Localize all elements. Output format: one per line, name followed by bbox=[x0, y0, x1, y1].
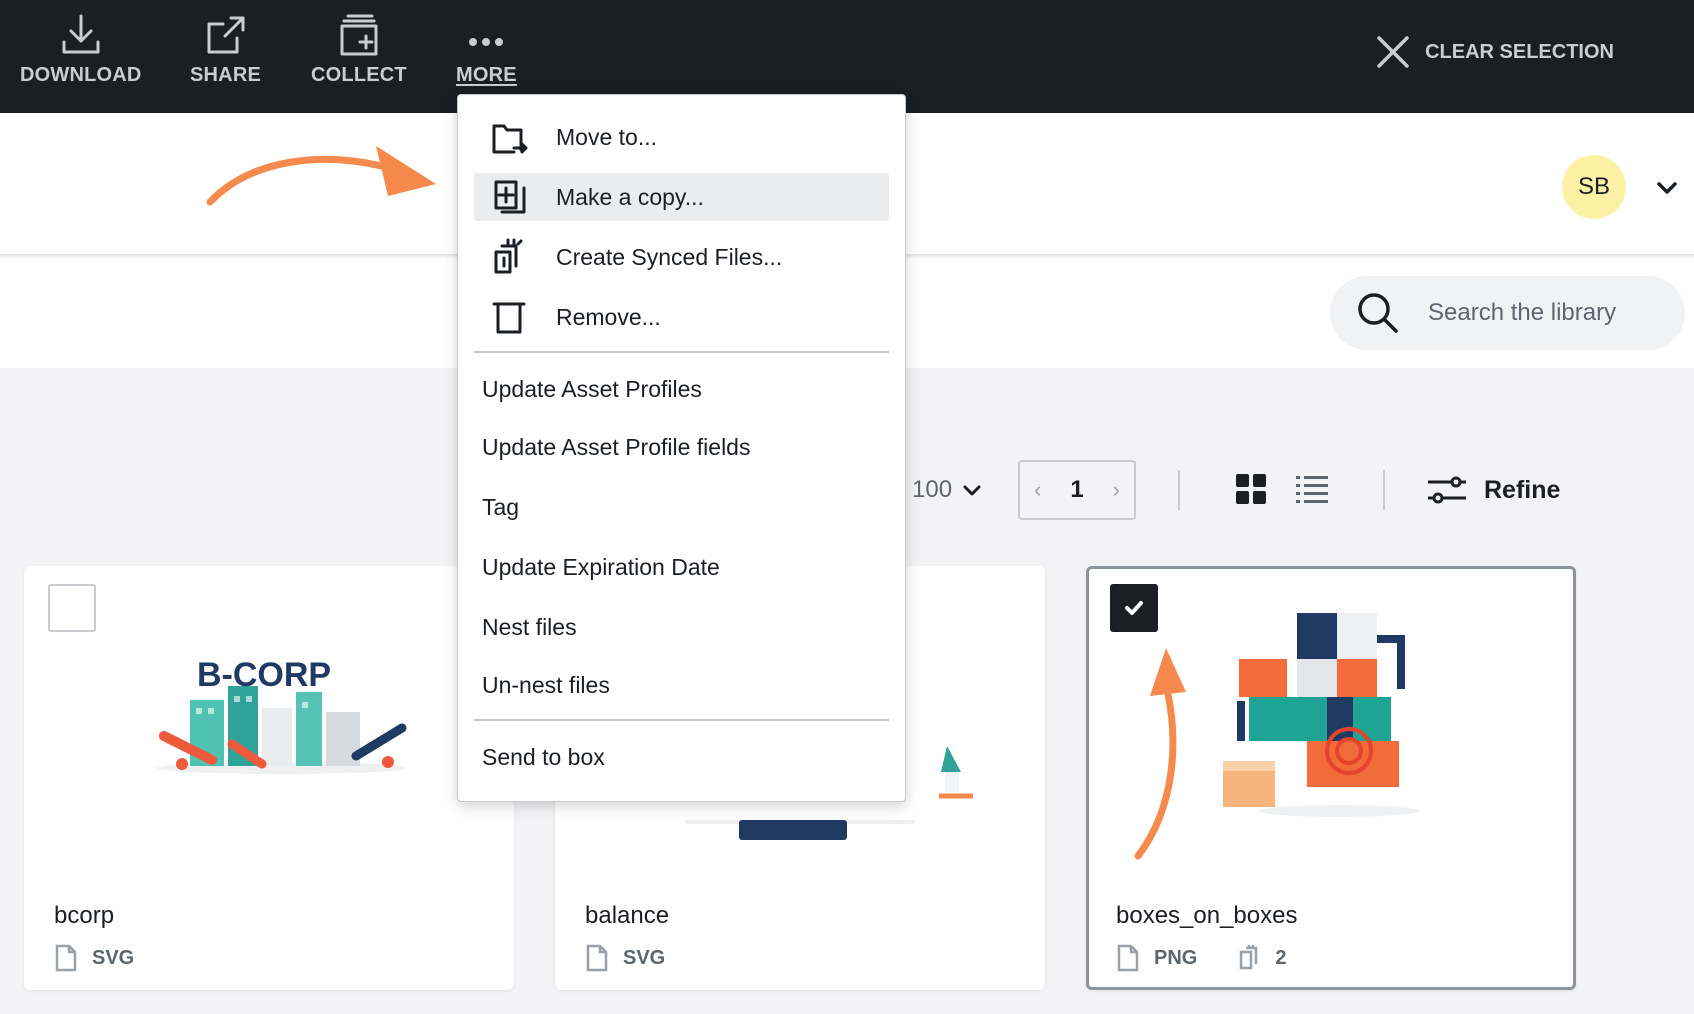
file-type: SVG bbox=[92, 946, 135, 969]
file-icon bbox=[586, 944, 608, 972]
refine-label: Refine bbox=[1484, 475, 1561, 504]
trash-icon bbox=[492, 302, 526, 334]
menu-item-un-nest-files[interactable]: Un-nest files bbox=[474, 661, 889, 709]
synced-files-count: 2 bbox=[1237, 944, 1286, 972]
more-actions-menu: Move to... Make a copy... Create Synced … bbox=[457, 94, 906, 802]
sliders-icon bbox=[1428, 476, 1466, 504]
menu-item-label: Send to box bbox=[482, 743, 605, 770]
list-view-icon[interactable] bbox=[1296, 474, 1328, 504]
clear-selection-button[interactable]: CLEAR SELECTION bbox=[1375, 34, 1614, 70]
menu-item-tag[interactable]: Tag bbox=[474, 483, 889, 531]
menu-item-send-to-box[interactable]: Send to box bbox=[474, 733, 889, 781]
avatar[interactable]: SB bbox=[1562, 155, 1626, 219]
synced-count-value: 2 bbox=[1275, 946, 1287, 969]
asset-name: boxes_on_boxes bbox=[1116, 902, 1298, 929]
menu-item-label: Move to... bbox=[556, 123, 657, 150]
collect-button[interactable]: COLLECT bbox=[311, 12, 407, 87]
checkmark-icon bbox=[1125, 601, 1143, 615]
per-page-value: 100 bbox=[912, 476, 953, 503]
select-checkbox[interactable] bbox=[1110, 584, 1158, 632]
search-input[interactable]: Search the library bbox=[1330, 276, 1685, 350]
collect-label: COLLECT bbox=[311, 64, 407, 86]
chevron-down-icon bbox=[963, 485, 981, 496]
close-icon bbox=[1377, 36, 1409, 68]
asset-meta: PNG 2 bbox=[1116, 944, 1286, 972]
move-folder-icon bbox=[492, 124, 528, 154]
menu-item-label: Update Asset Profiles bbox=[482, 375, 702, 402]
asset-meta: SVG bbox=[54, 944, 134, 972]
download-button[interactable]: DOWNLOAD bbox=[20, 12, 142, 87]
menu-item-label: Nest files bbox=[482, 613, 577, 640]
file-type: PNG bbox=[1154, 946, 1198, 969]
menu-divider bbox=[474, 719, 889, 721]
asset-card[interactable]: B-CORP bcorp SVG bbox=[24, 566, 514, 990]
menu-item-update-asset-profile-fields[interactable]: Update Asset Profile fields bbox=[474, 423, 889, 471]
chevron-right-icon[interactable]: › bbox=[1113, 477, 1120, 503]
share-button[interactable]: SHARE bbox=[190, 12, 261, 87]
more-label: MORE bbox=[456, 64, 517, 86]
asset-name: balance bbox=[585, 902, 670, 929]
synced-files-icon bbox=[494, 238, 523, 274]
annotation-arrow-up bbox=[1134, 648, 1186, 860]
select-checkbox[interactable] bbox=[48, 584, 96, 632]
asset-meta: SVG bbox=[585, 944, 665, 972]
menu-item-label: Remove... bbox=[556, 303, 661, 330]
grid-view-icon[interactable] bbox=[1236, 474, 1266, 504]
menu-item-create-synced-files[interactable]: Create Synced Files... bbox=[474, 233, 889, 281]
menu-item-label: Tag bbox=[482, 493, 520, 520]
menu-item-update-asset-profiles[interactable]: Update Asset Profiles bbox=[474, 365, 889, 413]
chevron-down-icon[interactable] bbox=[1654, 175, 1680, 201]
share-icon bbox=[207, 16, 244, 54]
bcorp-thumbnail: B-CORP bbox=[157, 656, 407, 774]
menu-item-move-to[interactable]: Move to... bbox=[474, 113, 889, 161]
asset-name: bcorp bbox=[54, 902, 115, 929]
per-page-select[interactable]: 100 bbox=[912, 476, 982, 504]
divider bbox=[1383, 470, 1385, 510]
bcorp-logo-text: B-CORP bbox=[197, 656, 331, 694]
file-type: SVG bbox=[623, 946, 666, 969]
file-icon bbox=[1117, 944, 1139, 972]
menu-item-remove[interactable]: Remove... bbox=[474, 293, 889, 341]
download-label: DOWNLOAD bbox=[20, 64, 142, 86]
menu-divider bbox=[474, 351, 889, 353]
page-number[interactable]: 1 bbox=[1070, 476, 1083, 504]
file-icon bbox=[55, 944, 77, 972]
menu-item-make-copy[interactable]: Make a copy... bbox=[474, 173, 889, 221]
search-icon bbox=[1358, 293, 1398, 333]
search-placeholder: Search the library bbox=[1428, 299, 1617, 326]
more-button[interactable]: MORE bbox=[456, 12, 517, 87]
menu-item-label: Create Synced Files... bbox=[556, 243, 783, 270]
clear-selection-label: CLEAR SELECTION bbox=[1425, 40, 1614, 63]
menu-item-update-expiration-date[interactable]: Update Expiration Date bbox=[474, 543, 889, 591]
share-label: SHARE bbox=[190, 64, 262, 86]
menu-item-nest-files[interactable]: Nest files bbox=[474, 603, 889, 651]
avatar-initials: SB bbox=[1577, 173, 1610, 200]
more-dots-icon bbox=[469, 38, 504, 46]
divider bbox=[1178, 470, 1180, 510]
download-icon bbox=[62, 14, 100, 54]
synced-files-icon bbox=[1240, 945, 1258, 970]
refine-button[interactable]: Refine bbox=[1426, 472, 1560, 508]
chevron-left-icon[interactable]: ‹ bbox=[1034, 477, 1041, 503]
menu-item-label: Update Asset Profile fields bbox=[482, 433, 751, 460]
pagination: ‹ 1 › bbox=[1018, 460, 1136, 520]
copy-icon bbox=[494, 180, 526, 214]
menu-item-label: Update Expiration Date bbox=[482, 553, 720, 580]
boxes-thumbnail bbox=[1223, 613, 1419, 817]
collect-icon bbox=[340, 14, 378, 56]
menu-item-label: Make a copy... bbox=[556, 183, 704, 210]
menu-item-label: Un-nest files bbox=[482, 671, 610, 698]
annotation-arrow-right bbox=[206, 146, 436, 206]
